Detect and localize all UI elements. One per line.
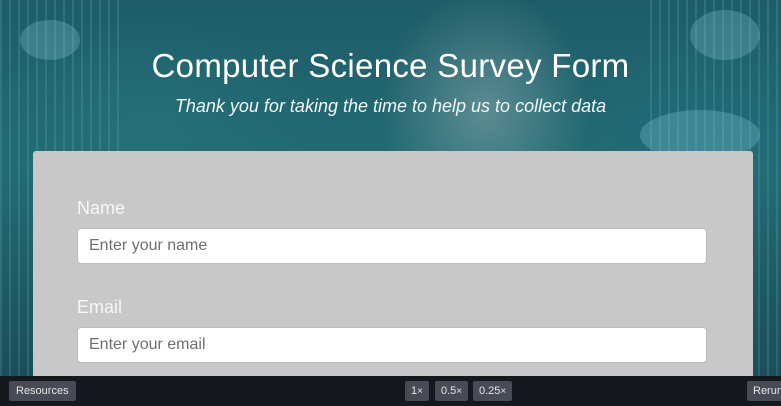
zoom-1x-button[interactable]: 1× <box>405 381 429 401</box>
editor-toolbar: Resources 1× 0.5× 0.25× Rerun <box>0 376 781 406</box>
zoom-0.5x-suffix: × <box>456 386 463 397</box>
zoom-0.25x-value: 0.25 <box>479 385 501 397</box>
resources-button[interactable]: Resources <box>9 381 76 401</box>
zoom-1x-suffix: × <box>417 386 423 397</box>
survey-form: Name Email <box>33 151 753 391</box>
page-title: Computer Science Survey Form <box>151 47 630 84</box>
zoom-0.25x-suffix: × <box>500 386 507 397</box>
name-label: Name <box>77 198 126 218</box>
rerun-button[interactable]: Rerun <box>747 381 781 401</box>
zoom-0.5x-value: 0.5 <box>441 385 457 397</box>
zoom-0.25x-button[interactable]: 0.25× <box>473 381 513 401</box>
page-subtitle: Thank you for taking the time to help us… <box>174 96 607 116</box>
email-label: Email <box>77 297 123 317</box>
zoom-0.5x-button[interactable]: 0.5× <box>435 381 469 401</box>
email-input[interactable] <box>77 327 707 363</box>
name-input[interactable] <box>77 228 707 264</box>
